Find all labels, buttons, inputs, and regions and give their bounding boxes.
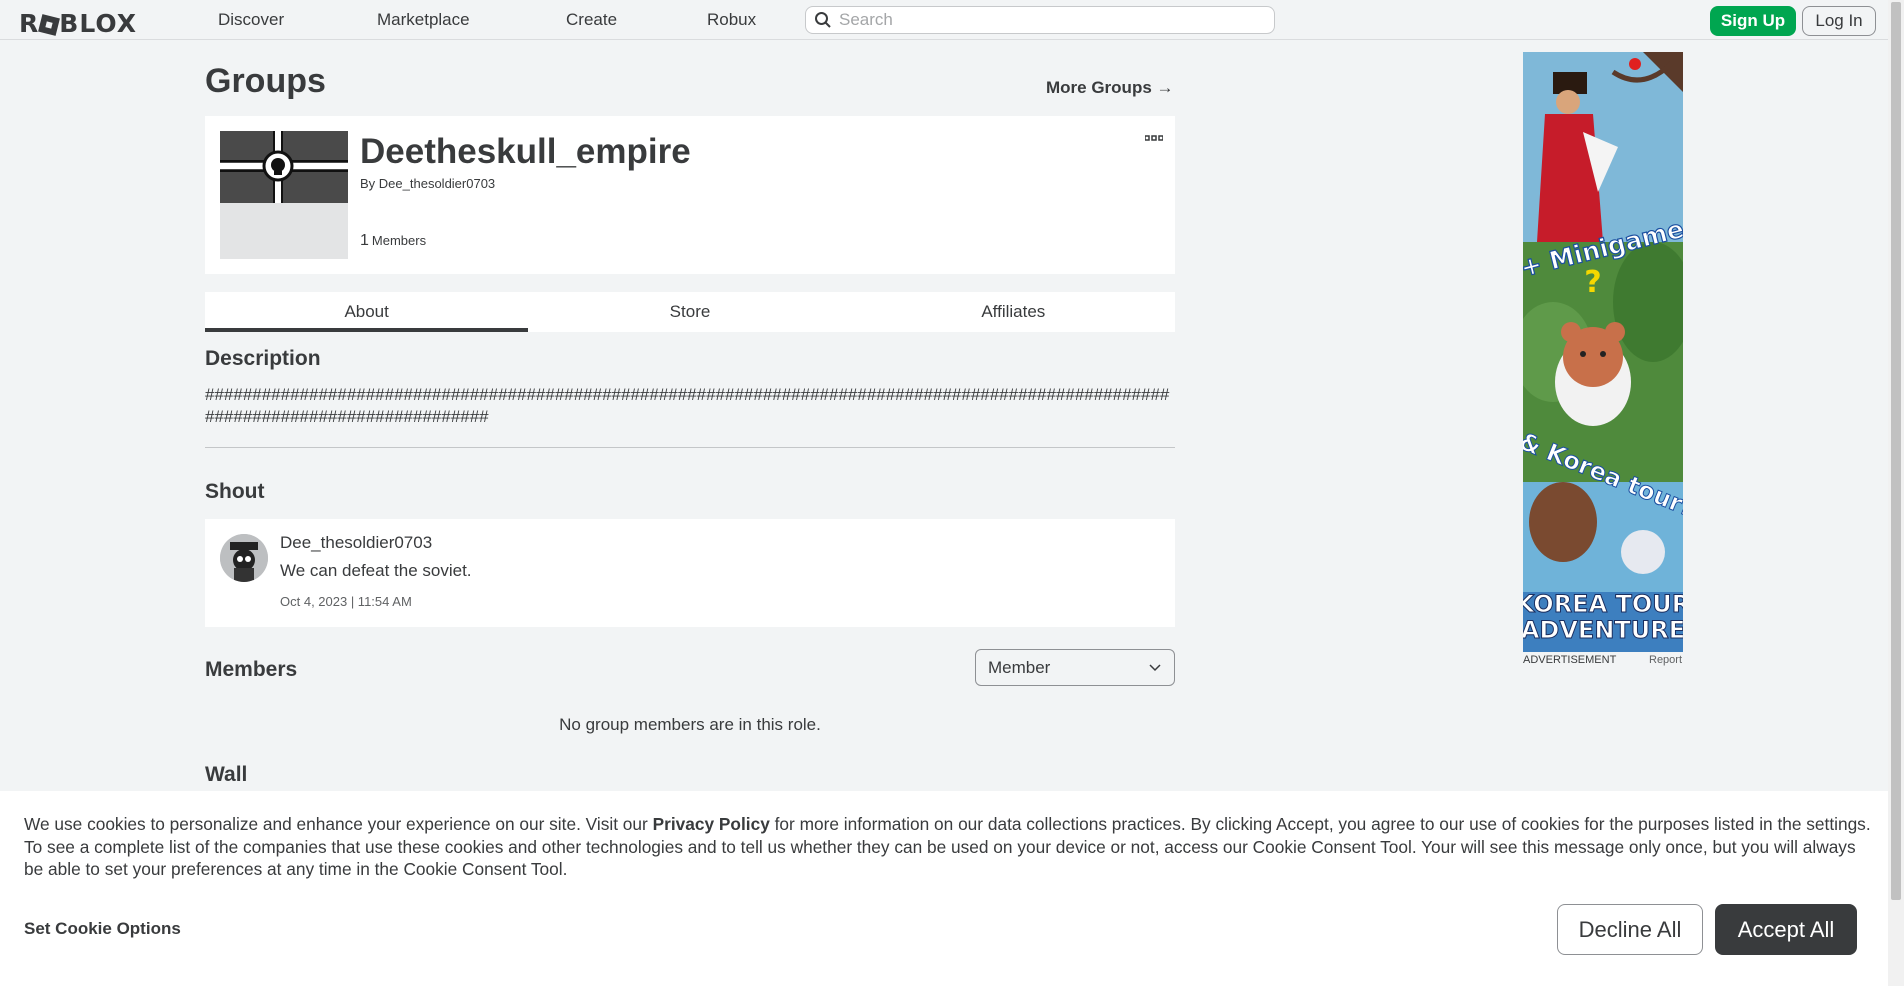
more-dots-icon[interactable] [1144,130,1164,146]
cookie-text: We use cookies to personalize and enhanc… [24,813,1874,881]
chevron-down-icon [1149,664,1161,672]
section-divider [205,447,1175,448]
accept-all-button[interactable]: Accept All [1715,904,1857,955]
avatar[interactable] [220,534,268,582]
tab-affiliates[interactable]: Affiliates [852,292,1175,332]
wall-heading: Wall [205,763,248,786]
advertisement-banner[interactable]: ? 7+ Minigames & Korea tour! KOREA TOUR … [1523,52,1683,652]
ad-report-link[interactable]: Report [1649,654,1682,666]
ad-artwork: ? 7+ Minigames & Korea tour! KOREA TOUR … [1523,52,1683,652]
nav-discover[interactable]: Discover [218,10,284,30]
description-text: ########################################… [205,385,1170,426]
roblox-logo[interactable]: R BLOX [19,9,137,38]
more-groups-link[interactable]: More Groups → [1046,78,1174,98]
group-tabs: About Store Affiliates [205,292,1175,332]
member-count-value: 1 [360,232,369,249]
set-cookie-options-link[interactable]: Set Cookie Options [24,919,181,939]
shout-message: We can defeat the soviet. [280,561,472,580]
search-box[interactable] [805,6,1275,34]
description-heading: Description [205,347,321,370]
member-count: 1 Members [360,232,426,250]
svg-text:KOREA TOUR: KOREA TOUR [1523,590,1683,618]
svg-text:?: ? [1584,265,1601,300]
cookie-text-before: We use cookies to personalize and enhanc… [24,814,653,834]
top-navigation-bar: R BLOX Discover Marketplace Create Robux … [0,0,1888,40]
search-input[interactable] [839,10,1259,30]
group-owner-link[interactable]: Dee_thesoldier0703 [379,176,495,191]
group-header-card: Deetheskull_empire By Dee_thesoldier0703… [205,116,1175,274]
ad-label: ADVERTISEMENT [1523,654,1617,666]
decline-all-button[interactable]: Decline All [1557,904,1703,955]
shout-heading: Shout [205,480,265,503]
shout-timestamp: Oct 4, 2023 | 11:54 AM [280,594,412,609]
scrollbar-thumb[interactable] [1891,2,1901,900]
member-count-label: Members [371,233,427,248]
cookie-consent-banner: We use cookies to personalize and enhanc… [0,791,1888,986]
role-dropdown[interactable]: Member [975,649,1175,686]
nav-marketplace[interactable]: Marketplace [377,10,470,30]
by-prefix: By [360,176,376,191]
members-heading: Members [205,658,298,681]
tab-store[interactable]: Store [528,292,851,332]
nav-create[interactable]: Create [566,10,617,30]
page-scrollbar[interactable] [1888,0,1904,986]
group-owner-line: By Dee_thesoldier0703 [360,176,495,191]
nav-robux[interactable]: Robux [707,10,756,30]
role-dropdown-value: Member [988,657,1051,677]
page-title: Groups [205,62,326,100]
group-name: Deetheskull_empire [360,132,691,171]
group-emblem [220,131,348,259]
flag-emblem-icon [220,131,348,259]
sign-up-button[interactable]: Sign Up [1710,6,1796,36]
svg-text:ADVENTURE: ADVENTURE [1523,616,1683,644]
search-icon [815,12,831,28]
privacy-policy-link[interactable]: Privacy Policy [653,814,770,834]
shout-username[interactable]: Dee_thesoldier0703 [280,533,432,553]
tab-about[interactable]: About [205,292,529,332]
shout-card: Dee_thesoldier0703 We can defeat the sov… [205,519,1175,627]
skull-avatar-icon [220,534,268,582]
log-in-button[interactable]: Log In [1802,6,1876,36]
no-members-message: No group members are in this role. [559,715,821,734]
